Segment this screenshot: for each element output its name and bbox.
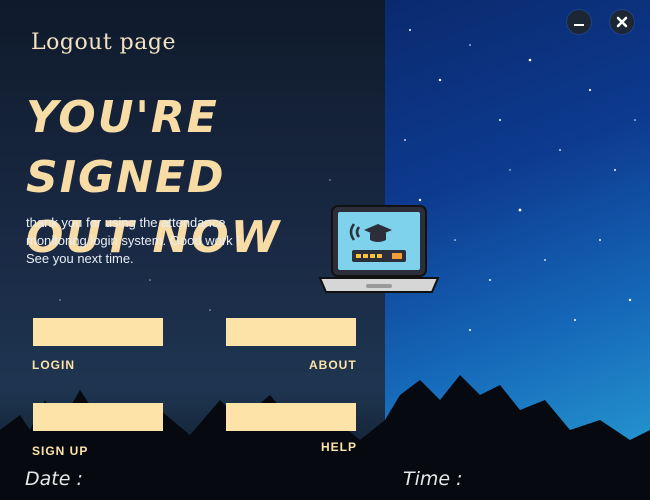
page-title: Logout page (31, 30, 176, 55)
signup-label[interactable]: SIGN UP (32, 444, 88, 458)
laptop-graduation-icon (318, 205, 440, 293)
close-button[interactable] (610, 10, 634, 34)
time-label: Time : (403, 468, 463, 490)
about-label[interactable]: ABOUT (309, 358, 357, 372)
help-button[interactable] (226, 403, 356, 431)
minimize-button[interactable] (567, 10, 591, 34)
farewell-message: thank you for using the attendance monit… (26, 214, 296, 268)
help-label[interactable]: HELP (321, 440, 357, 454)
headline-line-1: YOU'RE SIGNED (26, 92, 226, 203)
login-button[interactable] (33, 318, 163, 346)
message-line-2: monitoring login system. Good work ! (26, 233, 240, 248)
login-label[interactable]: LOGIN (32, 358, 75, 372)
minimize-icon (574, 24, 584, 26)
message-line-3: See you next time. (26, 251, 134, 266)
close-icon (616, 16, 628, 28)
message-line-1: thank you for using the attendance (26, 215, 226, 230)
date-label: Date : (25, 468, 83, 490)
about-button[interactable] (226, 318, 356, 346)
signup-button[interactable] (33, 403, 163, 431)
